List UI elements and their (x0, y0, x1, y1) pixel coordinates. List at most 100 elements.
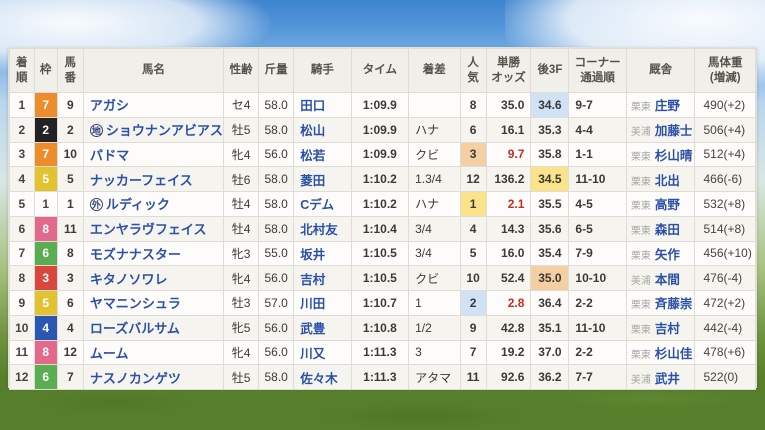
horse-link[interactable]: ローズバルサム (90, 321, 180, 336)
trainer-link[interactable]: 武井 (655, 372, 680, 386)
horse-link[interactable]: モズナナスター (90, 247, 181, 262)
col-header-margin: 着差 (408, 48, 461, 93)
horse-link[interactable]: ムーム (90, 346, 129, 361)
cell-pos: 5 (9, 191, 35, 217)
race-result-panel: 着 順枠馬 番馬名 性齢 斤量 騎手 タイム 着差人 気単勝 オッズ 後3F コーナー 通過順… (8, 47, 757, 390)
trainer-link[interactable]: 矢作 (655, 248, 680, 262)
cell-num: 2 (56, 116, 84, 143)
jockey-link[interactable]: 坂井 (300, 248, 325, 262)
horse-link[interactable]: アガシ (90, 98, 129, 113)
cell-jockey: 松山 (293, 116, 352, 143)
cell-stable: 美浦 本間 (625, 265, 696, 291)
cell-f3: 35.0 (530, 265, 570, 291)
cell-name: ムーム (82, 339, 225, 366)
horse-link[interactable]: ナスノカンゲツ (90, 371, 181, 386)
cell-time: 1:10.2 (350, 166, 410, 192)
cell-sexage: 牡6 (223, 166, 260, 192)
cell-pop: 10 (459, 265, 487, 291)
cell-jockey: 菱田 (293, 166, 352, 192)
jockey-link[interactable]: 田口 (300, 99, 325, 113)
table-row: 1 7 9 アガシ セ4 58.0 田口 1:09.9 8 35.0 34.6 9-7 栗東 庄野 490(… (9, 92, 756, 118)
jockey-link[interactable]: Cデム (300, 198, 334, 212)
cell-pos: 9 (9, 290, 35, 316)
cell-corner: 11-10 (568, 314, 627, 341)
cell-name: 外ルディック (82, 191, 225, 217)
jockey-link[interactable]: 吉村 (300, 273, 325, 287)
cell-stable: 栗東 杉山晴 (625, 141, 696, 168)
stable-region-label: 美浦 (630, 127, 651, 139)
cell-pop: 3 (459, 141, 487, 168)
cell-name: ローズバルサム (82, 314, 225, 341)
cell-pos: 11 (9, 339, 35, 366)
cell-time: 1:09.9 (350, 141, 410, 168)
cell-corner: 4-5 (568, 191, 627, 217)
col-header-jockey: 騎手 (293, 48, 352, 93)
trainer-link[interactable]: 庄野 (655, 99, 680, 113)
cell-time: 1:09.9 (350, 116, 410, 143)
cell-stable: 栗東 庄野 (625, 92, 696, 118)
cell-time: 1:10.8 (350, 314, 410, 341)
table-row: 6 8 11 エンヤラヴフェイス 牡4 58.0 北村友 1:10.4 3/4 4 14.3 35.6… (9, 215, 756, 242)
cell-load: 58.0 (258, 92, 295, 118)
trainer-link[interactable]: 杉山晴 (655, 149, 693, 163)
cell-pos: 12 (9, 364, 35, 390)
jockey-link[interactable]: 北村友 (300, 223, 338, 237)
cell-pos: 8 (9, 265, 35, 291)
cell-margin: ハナ (408, 116, 461, 143)
trainer-link[interactable]: 斉藤崇 (655, 297, 693, 311)
col-header-weight: 馬体重 (増減) (694, 48, 756, 93)
trainer-link[interactable]: 高野 (655, 198, 680, 212)
cell-margin (408, 92, 461, 118)
cell-jockey: 北村友 (293, 215, 352, 242)
col-header-odds: 単勝 オッズ (485, 48, 532, 93)
cell-num: 1 (56, 191, 84, 217)
cell-load: 58.0 (258, 364, 295, 390)
cell-pop: 4 (459, 215, 487, 242)
horse-link[interactable]: ルディック (106, 197, 170, 212)
stable-region-label: 美浦 (630, 275, 651, 287)
cell-pop: 11 (459, 364, 487, 390)
cell-jockey: 佐々木 (293, 364, 352, 390)
cell-load: 58.0 (258, 191, 295, 217)
jockey-link[interactable]: 菱田 (300, 174, 325, 188)
horse-link[interactable]: キタノソワレ (90, 272, 168, 287)
cell-load: 58.0 (258, 166, 295, 192)
jockey-link[interactable]: 佐々木 (300, 372, 338, 386)
trainer-link[interactable]: 本間 (655, 273, 680, 287)
cell-weight: 512(+4) (694, 141, 756, 168)
cell-sexage: 牡3 (223, 290, 260, 316)
cell-f3: 34.5 (530, 166, 570, 192)
horse-link[interactable]: ヤマニンシュラ (90, 296, 181, 311)
cell-num: 8 (56, 240, 84, 267)
cell-frame: 1 (33, 191, 58, 217)
trainer-link[interactable]: 加藤士 (655, 124, 693, 138)
jockey-link[interactable]: 松山 (300, 124, 325, 138)
trainer-link[interactable]: 森田 (655, 223, 680, 237)
cell-odds: 35.0 (485, 92, 532, 118)
stable-region-label: 栗東 (630, 102, 651, 114)
jockey-link[interactable]: 川田 (300, 297, 325, 311)
horse-link[interactable]: ショウナンアビアス (106, 123, 223, 138)
cell-corner: 9-7 (568, 92, 627, 118)
stable-region-label: 栗東 (630, 349, 651, 361)
jockey-link[interactable]: 武豊 (300, 322, 325, 336)
table-row: 9 5 6 ヤマニンシュラ 牡3 57.0 川田 1:10.7 1 2 2.8 36.4 2-2 栗東 斉藤… (9, 290, 756, 316)
jockey-link[interactable]: 松若 (300, 149, 325, 163)
cell-margin: 1/2 (408, 314, 461, 341)
horse-link[interactable]: ナッカーフェイス (90, 173, 193, 188)
cell-pop: 2 (459, 290, 487, 316)
col-header-num: 馬 番 (56, 48, 84, 93)
cell-corner: 11-10 (568, 166, 627, 192)
trainer-link[interactable]: 北出 (655, 174, 680, 188)
cell-corner: 7-7 (568, 364, 627, 390)
cell-weight: 514(+8) (694, 215, 756, 242)
trainer-link[interactable]: 杉山佳 (655, 347, 693, 361)
trainer-link[interactable]: 吉村 (655, 322, 680, 336)
cell-load: 56.0 (258, 339, 295, 366)
col-header-corner: コーナー 通過順 (568, 48, 627, 93)
header-row: 着 順枠馬 番馬名 性齢 斤量 騎手 タイム 着差人 気単勝 オッズ 後3F コーナー 通過順… (9, 48, 756, 93)
jockey-link[interactable]: 川又 (300, 347, 325, 361)
horse-link[interactable]: エンヤラヴフェイス (90, 222, 207, 237)
cell-odds: 136.2 (485, 166, 532, 192)
horse-link[interactable]: パドマ (90, 148, 129, 163)
